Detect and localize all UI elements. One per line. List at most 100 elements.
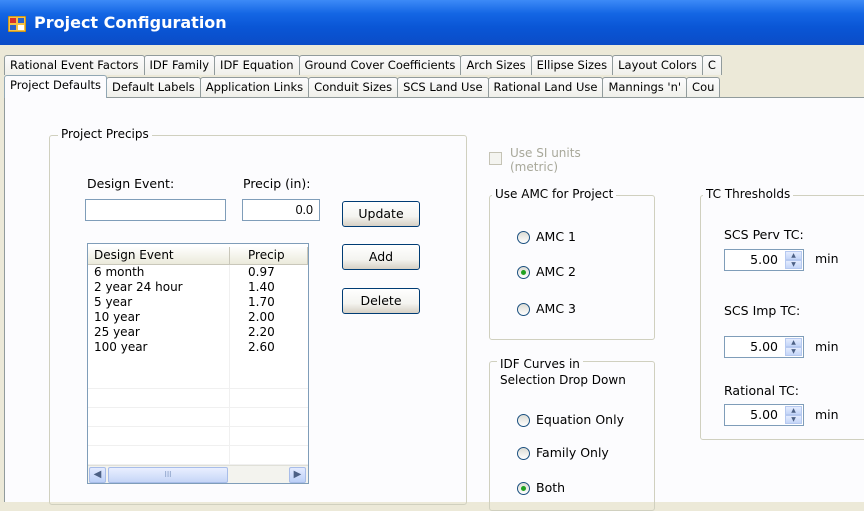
- row-precip: 1.70: [248, 295, 275, 309]
- spin-down-icon[interactable]: ▼: [785, 347, 802, 356]
- table-row[interactable]: 2 year 24 hour 1.40: [88, 280, 308, 295]
- amc-3-radio[interactable]: [517, 303, 530, 316]
- tab-mannings-n[interactable]: Mannings 'n': [602, 77, 688, 97]
- table-row[interactable]: 100 year 2.60: [88, 340, 308, 355]
- tab-scs-land-use[interactable]: SCS Land Use: [397, 77, 489, 97]
- tab-rational-event-factors[interactable]: Rational Event Factors: [4, 55, 145, 75]
- scs-perv-tc-label: SCS Perv TC:: [724, 227, 804, 242]
- spin-up-icon[interactable]: ▲: [785, 338, 802, 347]
- si-units-checkbox[interactable]: [489, 152, 502, 165]
- amc-1-radio[interactable]: [517, 231, 530, 244]
- row-precip: 2.60: [248, 340, 275, 354]
- tab-idf-family[interactable]: IDF Family: [143, 55, 216, 75]
- rational-tc-unit: min: [815, 407, 839, 422]
- amc-2-label: AMC 2: [536, 264, 576, 279]
- scs-imp-tc-value[interactable]: 5.00: [725, 337, 782, 357]
- tab-ellipse-sizes[interactable]: Ellipse Sizes: [530, 55, 614, 75]
- amc-group-title: Use AMC for Project: [492, 187, 617, 201]
- row-event: 25 year: [94, 325, 140, 339]
- row-event: 2 year 24 hour: [94, 280, 183, 294]
- row-precip: 2.20: [248, 325, 275, 339]
- empty-row: [88, 408, 308, 427]
- project-configuration-window: Project Configuration Rational Event Fac…: [0, 0, 864, 511]
- row-event: 100 year: [94, 340, 148, 354]
- design-events-listview[interactable]: Design Event Precip 6 month 0.97 2 year 2…: [87, 243, 309, 484]
- both-label: Both: [536, 480, 566, 495]
- update-button[interactable]: Update: [342, 201, 420, 227]
- column-header-design-event[interactable]: Design Event: [88, 247, 230, 265]
- design-event-input[interactable]: [85, 199, 226, 221]
- spin-down-icon[interactable]: ▼: [785, 260, 802, 269]
- delete-button[interactable]: Delete: [342, 288, 420, 314]
- tab-truncated-row1[interactable]: C: [701, 55, 722, 75]
- table-row[interactable]: 5 year 1.70: [88, 295, 308, 310]
- tab-idf-equation[interactable]: IDF Equation: [214, 55, 300, 75]
- scs-imp-tc-label: SCS Imp TC:: [724, 303, 801, 318]
- family-only-label: Family Only: [536, 445, 609, 460]
- scroll-right-icon[interactable]: ▶: [289, 467, 306, 483]
- add-button[interactable]: Add: [342, 244, 420, 270]
- tab-ground-cover-coefficients[interactable]: Ground Cover Coefficients: [298, 55, 462, 75]
- scs-perv-tc-value[interactable]: 5.00: [725, 250, 782, 270]
- si-units-label-line1: Use SI units: [510, 146, 581, 160]
- scroll-left-icon[interactable]: ◀: [89, 467, 106, 483]
- family-only-radio[interactable]: [517, 447, 530, 460]
- table-row[interactable]: 25 year 2.20: [88, 325, 308, 340]
- tab-rational-land-use[interactable]: Rational Land Use: [487, 77, 604, 97]
- design-event-label: Design Event:: [87, 176, 175, 191]
- tab-truncated-row2[interactable]: Cou: [686, 77, 721, 97]
- listview-header: Design Event Precip: [88, 247, 308, 265]
- project-precips-title: Project Precips: [58, 127, 152, 141]
- table-row[interactable]: 10 year 2.00: [88, 310, 308, 325]
- both-radio[interactable]: [517, 482, 530, 495]
- row-event: 5 year: [94, 295, 133, 309]
- tab-row-1: Rational Event Factors IDF Family IDF Equa…: [4, 55, 722, 75]
- scroll-thumb[interactable]: III: [108, 467, 228, 483]
- horizontal-scrollbar[interactable]: ◀ III ▶: [88, 465, 308, 483]
- empty-row: [88, 427, 308, 446]
- si-units-label-line2: (metric): [510, 160, 559, 174]
- spin-down-icon[interactable]: ▼: [785, 415, 802, 424]
- scs-perv-tc-spinner[interactable]: 5.00 ▲ ▼: [724, 249, 804, 271]
- row-precip: 0.97: [248, 265, 275, 279]
- rational-tc-value[interactable]: 5.00: [725, 405, 782, 425]
- tab-conduit-sizes[interactable]: Conduit Sizes: [308, 77, 399, 97]
- equation-only-label: Equation Only: [536, 412, 624, 427]
- tab-application-links[interactable]: Application Links: [199, 77, 310, 97]
- tc-thresholds-title: TC Thresholds: [703, 187, 794, 201]
- spin-up-icon[interactable]: ▲: [785, 406, 802, 415]
- tab-layout-colors[interactable]: Layout Colors: [612, 55, 703, 75]
- precip-label: Precip (in):: [243, 176, 311, 191]
- empty-row: [88, 370, 308, 389]
- empty-row: [88, 446, 308, 465]
- idf-curves-group: IDF Curves in Selection Drop Down: [489, 357, 655, 511]
- tab-project-defaults[interactable]: Project Defaults: [4, 75, 108, 98]
- row-precip: 2.00: [248, 310, 275, 324]
- amc-1-label: AMC 1: [536, 229, 576, 244]
- scs-imp-tc-spinner[interactable]: 5.00 ▲ ▼: [724, 336, 804, 358]
- idf-curves-title-line2: Selection Drop Down: [500, 373, 626, 387]
- tab-page-project-defaults: Project Precips Design Event: Precip (in…: [4, 97, 864, 511]
- table-row[interactable]: 6 month 0.97: [88, 265, 308, 280]
- app-icon: [8, 16, 26, 32]
- window-title: Project Configuration: [34, 13, 227, 32]
- equation-only-radio[interactable]: [517, 414, 530, 427]
- tab-default-labels[interactable]: Default Labels: [106, 77, 201, 97]
- column-header-precip[interactable]: Precip: [230, 247, 308, 265]
- tab-arch-sizes[interactable]: Arch Sizes: [460, 55, 532, 75]
- rational-tc-label: Rational TC:: [724, 383, 799, 398]
- scs-perv-tc-unit: min: [815, 251, 839, 266]
- title-bar[interactable]: Project Configuration: [0, 0, 864, 45]
- empty-row: [88, 389, 308, 408]
- row-event: 10 year: [94, 310, 140, 324]
- idf-curves-title-line1: IDF Curves in: [497, 357, 583, 371]
- amc-2-radio[interactable]: [517, 266, 530, 279]
- rational-tc-spinner[interactable]: 5.00 ▲ ▼: [724, 404, 804, 426]
- row-event: 6 month: [94, 265, 145, 279]
- precip-input[interactable]: [242, 199, 320, 221]
- tab-row-2: Project Defaults Default Labels Applicatio…: [4, 75, 721, 98]
- spin-up-icon[interactable]: ▲: [785, 251, 802, 260]
- amc-3-label: AMC 3: [536, 301, 576, 316]
- scs-imp-tc-unit: min: [815, 339, 839, 354]
- row-precip: 1.40: [248, 280, 275, 294]
